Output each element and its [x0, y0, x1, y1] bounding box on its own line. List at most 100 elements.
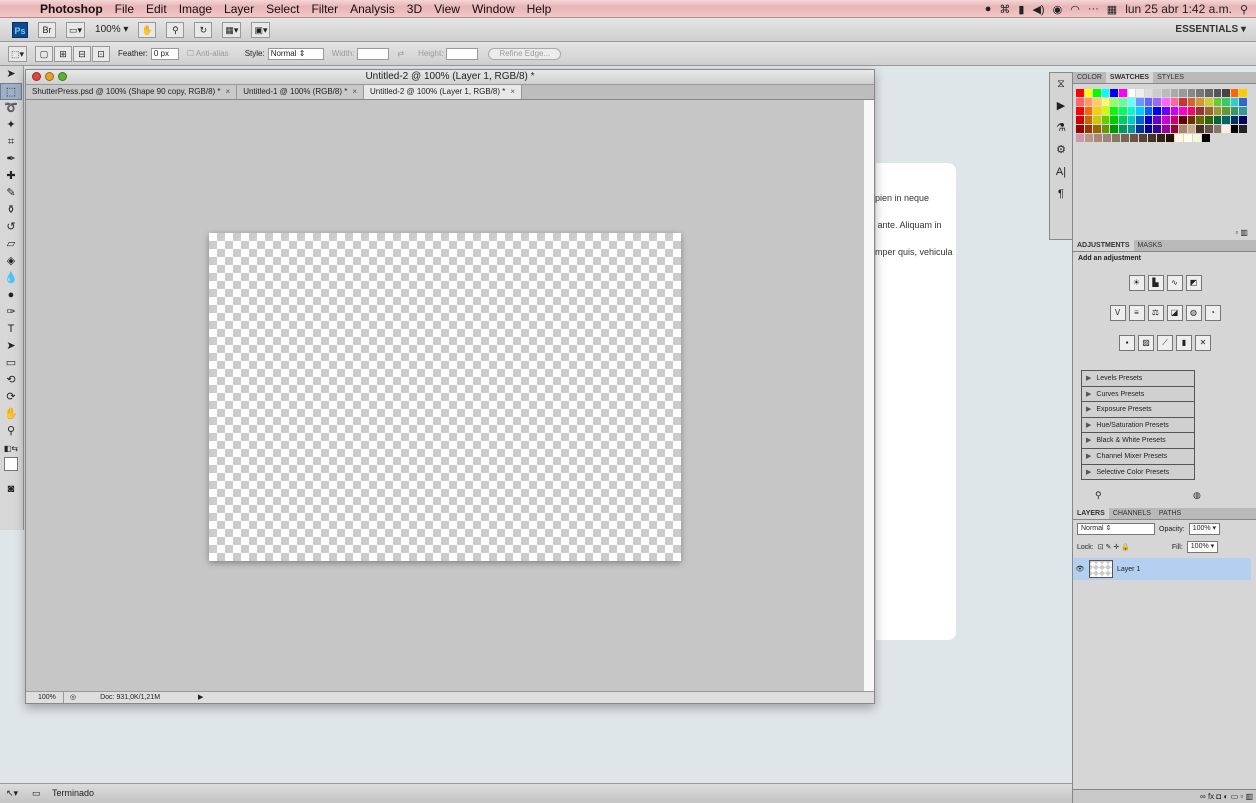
tab-color[interactable]: COLOR — [1073, 72, 1106, 83]
fx-icon[interactable]: fx — [1208, 792, 1214, 801]
menu-window[interactable]: Window — [466, 2, 521, 16]
volume-icon[interactable]: ◀) — [1032, 3, 1044, 16]
command-icon[interactable]: ⌘ — [999, 3, 1010, 16]
menu-view[interactable]: View — [428, 2, 466, 16]
move-tool-icon[interactable]: ➤ — [0, 66, 22, 83]
screen-icon[interactable]: ▭ — [32, 784, 41, 802]
tool-presets-icon[interactable]: ⚙ — [1050, 139, 1072, 161]
tab-styles[interactable]: STYLES — [1153, 72, 1188, 83]
status-icon[interactable]: ● — [985, 3, 992, 15]
zoom-level-select[interactable]: 100% ▾ — [95, 24, 128, 35]
add-selection-icon[interactable]: ⊞ — [54, 45, 73, 62]
style-select[interactable]: Normal ⇕ — [267, 47, 324, 60]
intersect-selection-icon[interactable]: ⊡ — [92, 45, 111, 62]
swatch-actions[interactable]: ▫ ▥ — [1235, 228, 1248, 237]
menu-select[interactable]: Select — [260, 2, 305, 16]
clone-source-icon[interactable]: ⚗ — [1050, 117, 1072, 139]
preset-exposure[interactable]: ▶ Exposure Presets — [1082, 402, 1194, 418]
default-colors-icon[interactable]: ◧⇆ — [0, 440, 22, 457]
rectangular-marquee-tool-icon[interactable]: ⬚ — [0, 83, 22, 100]
sync-icon[interactable]: ◉ — [1053, 3, 1063, 16]
actions-panel-icon[interactable]: ▶ — [1050, 95, 1072, 117]
brightness-contrast-icon[interactable]: ☀ — [1128, 275, 1145, 291]
status-menu-arrow-icon[interactable]: ▶ — [198, 692, 203, 703]
type-tool-icon[interactable]: T — [0, 321, 22, 338]
rotate-view-icon[interactable]: ↻ — [194, 21, 213, 38]
crop-tool-icon[interactable]: ⌗ — [0, 134, 22, 151]
lasso-tool-icon[interactable]: ➰ — [0, 100, 22, 117]
more-icon[interactable]: ··· — [1088, 3, 1099, 15]
blend-mode-select[interactable]: Normal ⇕ — [1077, 523, 1155, 535]
menu-analysis[interactable]: Analysis — [344, 2, 401, 16]
wifi-icon[interactable]: ◠ — [1070, 3, 1080, 16]
zoom-tool-icon[interactable]: ⚲ — [0, 423, 22, 440]
blur-tool-icon[interactable]: 💧 — [0, 270, 22, 287]
black-white-icon[interactable]: ◪ — [1166, 305, 1183, 321]
healing-brush-tool-icon[interactable]: ✚ — [0, 168, 22, 185]
menu-file[interactable]: File — [109, 2, 140, 16]
history-panel-icon[interactable]: ⧖ — [1050, 73, 1072, 95]
paint-bucket-tool-icon[interactable]: ◈ — [0, 253, 22, 270]
close-tab-icon[interactable]: × — [352, 87, 357, 96]
tab-layers[interactable]: LAYERS — [1073, 508, 1109, 519]
dodge-tool-icon[interactable]: ● — [0, 287, 22, 304]
exposure-icon[interactable]: ◩ — [1185, 275, 1202, 291]
preset-hue-saturation[interactable]: ▶ Hue/Saturation Presets — [1082, 418, 1194, 434]
channel-mixer-icon[interactable]: ◔ — [1204, 305, 1221, 321]
folder-icon[interactable]: ▭ — [1231, 792, 1239, 801]
swap-icon[interactable]: ⇄ — [397, 49, 404, 58]
workspace-switcher[interactable]: ESSENTIALS ▾ — [1175, 24, 1246, 35]
layer-row[interactable]: 👁 Layer 1 — [1073, 558, 1251, 580]
minimize-window-button[interactable] — [45, 72, 54, 81]
magic-wand-tool-icon[interactable]: ✦ — [0, 117, 22, 134]
menu-3d[interactable]: 3D — [401, 2, 428, 16]
tab-paths[interactable]: PATHS — [1155, 508, 1185, 519]
close-tab-icon[interactable]: × — [510, 87, 515, 96]
menubar-clock[interactable]: lun 25 abr 1:42 a.m. — [1125, 2, 1232, 16]
clone-stamp-tool-icon[interactable]: ⚱ — [0, 202, 22, 219]
foreground-color-swatch[interactable] — [0, 457, 22, 481]
photo-filter-icon[interactable]: ◍ — [1185, 305, 1202, 321]
subtract-selection-icon[interactable]: ⊟ — [73, 45, 92, 62]
path-selection-tool-icon[interactable]: ➤ — [0, 338, 22, 355]
refine-edge-button[interactable]: Refine Edge... — [488, 47, 562, 60]
flag-icon[interactable]: ▦ — [1107, 3, 1117, 16]
trash-icon[interactable]: ▥ — [1245, 792, 1253, 801]
character-panel-icon[interactable]: A| — [1050, 161, 1072, 183]
swatches-grid[interactable] — [1076, 89, 1248, 162]
history-brush-tool-icon[interactable]: ↺ — [0, 219, 22, 236]
gradient-map-icon[interactable]: ▮ — [1176, 335, 1192, 351]
brush-tool-icon[interactable]: ✎ — [0, 185, 22, 202]
preset-curves[interactable]: ▶ Curves Presets — [1082, 387, 1194, 403]
hand-tool-icon[interactable]: ✋ — [138, 21, 157, 38]
3d-orbit-tool-icon[interactable]: ⟳ — [0, 389, 22, 406]
zoom-window-button[interactable] — [58, 72, 67, 81]
preset-channel-mixer[interactable]: ▶ Channel Mixer Presets — [1082, 449, 1194, 465]
eye-icon[interactable]: 👁 — [1073, 565, 1087, 573]
spotlight-icon[interactable]: ⚲ — [1240, 3, 1248, 16]
status-info-icon[interactable]: ◎ — [70, 692, 76, 703]
mask-icon[interactable]: ◘ — [1216, 792, 1221, 801]
tab-shutterpress[interactable]: ShutterPress.psd @ 100% (Shape 90 copy, … — [26, 85, 238, 99]
eraser-tool-icon[interactable]: ▱ — [0, 236, 22, 253]
new-selection-icon[interactable]: ▢ — [35, 45, 54, 62]
clip-to-layer-icon[interactable]: ◍ — [1193, 490, 1201, 501]
hand-tool-icon[interactable]: ✋ — [0, 406, 22, 423]
posterize-icon[interactable]: ▨ — [1138, 335, 1154, 351]
fill-input[interactable]: 100% ▾ — [1186, 541, 1219, 553]
tab-adjustments[interactable]: ADJUSTMENTS — [1073, 240, 1134, 251]
color-balance-icon[interactable]: ⚖ — [1147, 305, 1164, 321]
arrange-documents-icon[interactable]: ▦▾ — [222, 21, 242, 38]
tab-untitled-2[interactable]: Untitled-2 @ 100% (Layer 1, RGB/8) * × — [364, 85, 522, 99]
curves-icon[interactable]: ∿ — [1166, 275, 1183, 291]
3d-rotate-tool-icon[interactable]: ⟲ — [0, 372, 22, 389]
shape-tool-icon[interactable]: ▭ — [0, 355, 22, 372]
lock-icons[interactable]: ⊡ ✎ ✛ 🔒 — [1098, 543, 1130, 551]
new-layer-icon[interactable]: ▫ — [1240, 792, 1243, 801]
selective-color-icon[interactable]: ✕ — [1195, 335, 1211, 351]
bridge-button[interactable]: Br — [38, 21, 56, 38]
preset-black-white[interactable]: ▶ Black & White Presets — [1082, 433, 1194, 449]
preset-levels[interactable]: ▶ Levels Presets — [1082, 371, 1194, 387]
menu-app[interactable]: Photoshop — [34, 2, 109, 16]
opacity-input[interactable]: 100% ▾ — [1188, 523, 1221, 535]
